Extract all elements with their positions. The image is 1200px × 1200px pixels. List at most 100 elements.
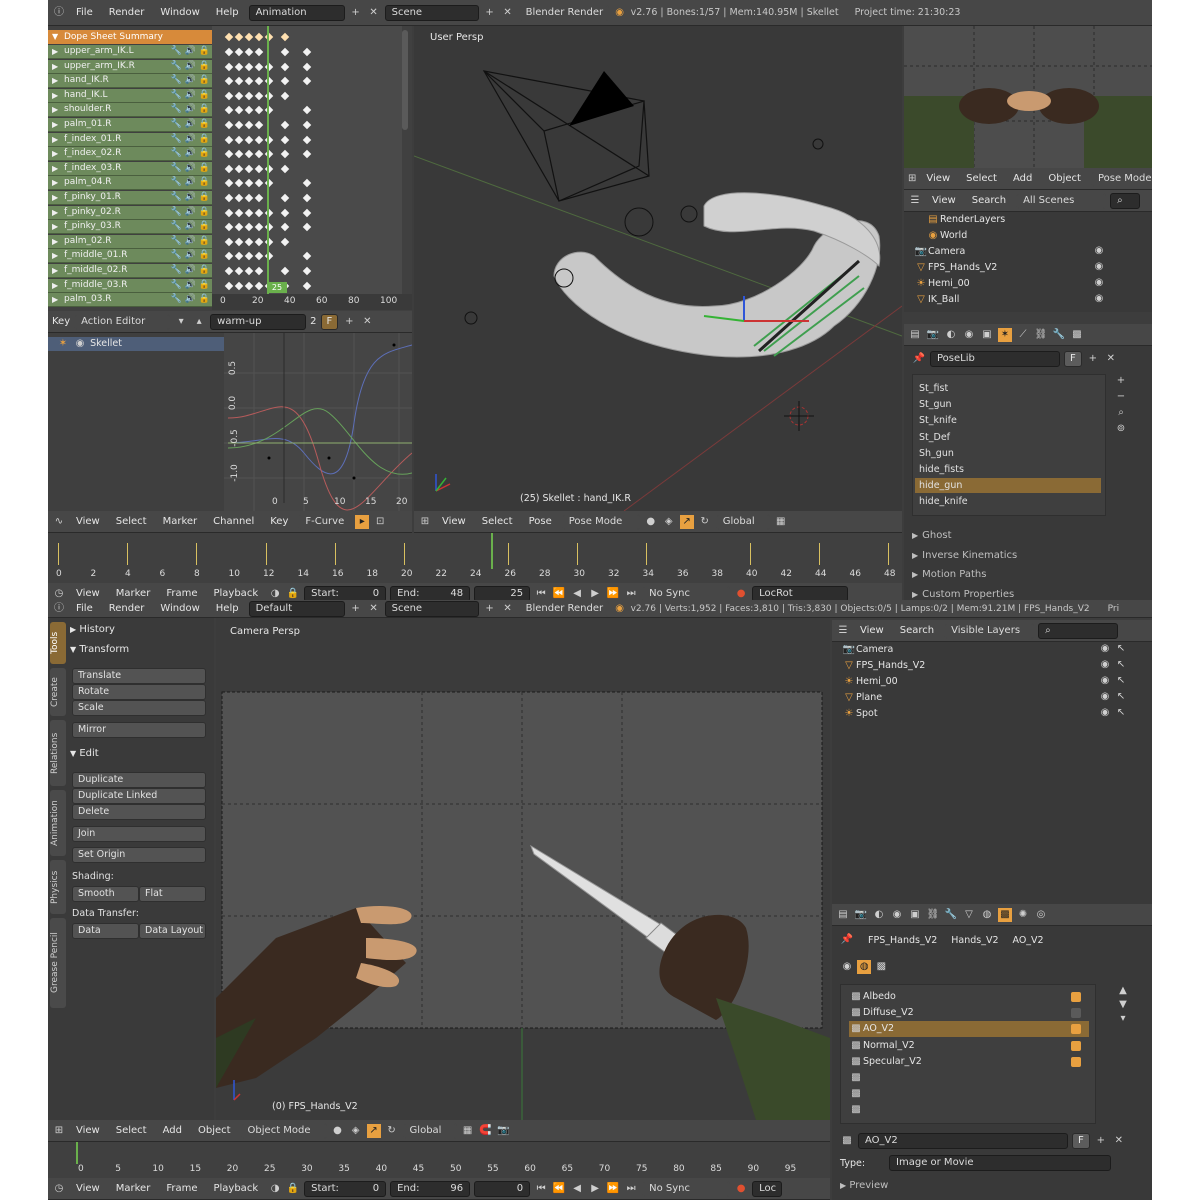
bottom-timeline-cursor[interactable] <box>76 1142 78 1164</box>
tool-tab[interactable]: Grease Pencil <box>50 918 66 1008</box>
data-layout-button[interactable]: Data Layout <box>139 923 206 939</box>
timeline-icon[interactable]: ◷ <box>52 587 66 601</box>
texture-slot[interactable]: ▩ Specular_V2 <box>849 1054 1089 1070</box>
outliner-row[interactable]: ▽ Plane ◉ ↖ <box>842 690 1142 706</box>
expand-arrow-icon[interactable]: ▶ <box>52 147 58 160</box>
modifier-tab-icon[interactable]: 🔧 <box>1052 328 1066 342</box>
tr-menu-view[interactable]: View <box>920 173 956 184</box>
constraint-tab-icon[interactable]: ⛓ <box>1034 328 1048 342</box>
b-prev-key-icon[interactable]: ⏪ <box>552 1182 566 1196</box>
b-tl-sync[interactable]: No Sync <box>642 1180 731 1197</box>
b-vp-orientation[interactable]: Global <box>402 1122 457 1139</box>
world-texture-icon[interactable]: ◉ <box>840 960 854 974</box>
b-timeline-icon[interactable]: ◷ <box>52 1182 66 1196</box>
b-pin-icon[interactable]: 📌 <box>840 933 854 947</box>
record-icon[interactable]: ● <box>734 587 748 601</box>
top-ol-search-input[interactable]: ⌕ <box>1110 192 1141 209</box>
b-vp-menu-object[interactable]: Object <box>192 1125 237 1136</box>
b-render-tab-icon[interactable]: 📷 <box>854 908 868 922</box>
menu-render[interactable]: Render <box>103 7 151 18</box>
context-texture[interactable]: AO_V2 <box>1013 935 1044 946</box>
tool-tab[interactable]: Animation <box>50 790 66 856</box>
b-scene-selector[interactable]: Scene <box>384 600 479 617</box>
key-menu[interactable]: Key <box>52 316 70 327</box>
pivot-point-icon[interactable]: ◈ <box>662 515 676 529</box>
smooth-button[interactable]: Smooth <box>72 886 139 902</box>
lock-icon[interactable]: 🔒 <box>286 587 300 601</box>
b-pivot-icon[interactable]: ◈ <box>349 1124 363 1138</box>
channel-row[interactable]: ▶ f_index_01.R 🔧 🔊 🔒 <box>48 132 212 147</box>
top-ol-menu-search[interactable]: Search <box>966 195 1012 206</box>
channel-row[interactable]: ▶ hand_IK.R 🔧 🔊 🔒 <box>48 74 212 89</box>
pivot-icon[interactable]: ⊡ <box>373 515 387 529</box>
selectable-arrow-icon[interactable]: ↖ <box>1114 674 1128 688</box>
texture-enabled-checkbox[interactable] <box>1071 992 1081 1002</box>
expand-arrow-icon[interactable]: ▶ <box>52 133 58 146</box>
b-tl-start-field[interactable]: Start: 0 <box>304 1180 387 1197</box>
join-button[interactable]: Join <box>72 826 206 842</box>
b-tl-menu-marker[interactable]: Marker <box>110 1183 157 1194</box>
b-tl-menu-frame[interactable]: Frame <box>160 1183 203 1194</box>
tool-tab[interactable]: Physics <box>50 860 66 914</box>
b-scene-tab-icon[interactable]: ◐ <box>872 908 886 922</box>
channel-toggle-icons[interactable]: 🔧 🔊 🔒 <box>171 147 210 160</box>
b-vp-menu-select[interactable]: Select <box>110 1125 153 1136</box>
scene-selector[interactable]: Scene <box>384 4 479 21</box>
empty-texture-slot[interactable]: ▩ <box>849 1070 1089 1086</box>
channel-row[interactable]: ▶ upper_arm_IK.L 🔧 🔊 🔒 <box>48 45 212 59</box>
b-tl-menu-playback[interactable]: Playback <box>207 1183 264 1194</box>
tr-menu-select[interactable]: Select <box>960 173 1003 184</box>
render-engine-selector[interactable]: Blender Render <box>518 4 609 21</box>
channel-row[interactable]: ▶ palm_01.R 🔧 🔊 🔒 <box>48 118 212 132</box>
expand-arrow-icon[interactable]: ▶ <box>52 206 58 219</box>
texture-slot[interactable]: ▩ Normal_V2 <box>849 1038 1089 1054</box>
channel-toggle-icons[interactable]: 🔧 🔊 🔒 <box>171 103 210 116</box>
b-jump-end-icon[interactable]: ⏭ <box>624 1182 638 1196</box>
bottom-3d-viewport[interactable]: Camera Persp (0) FPS_Hands_V2 <box>216 618 830 1120</box>
channel-row[interactable]: ▶ f_pinky_01.R 🔧 🔊 🔒 <box>48 191 212 205</box>
texture-type-selector[interactable]: Image or Movie <box>889 1155 1112 1171</box>
close-layout-icon[interactable]: ✕ <box>367 6 381 20</box>
add-action-icon[interactable]: + <box>342 315 356 329</box>
b-data-tab-icon[interactable]: ▽ <box>962 908 976 922</box>
channel-toggle-icons[interactable]: 🔧 🔊 🔒 <box>171 220 210 233</box>
tr-mode-selector[interactable]: Pose Mode <box>1090 170 1152 187</box>
graph-editor-icon[interactable]: ∿ <box>52 515 66 529</box>
b-render-icon[interactable]: 📷 <box>497 1124 511 1138</box>
texture-enabled-checkbox[interactable] <box>1071 1056 1081 1067</box>
info-editor-icon[interactable]: ⓘ <box>52 6 66 20</box>
b-close-layout-icon[interactable]: ✕ <box>367 602 381 616</box>
add-scene-icon[interactable]: + <box>483 6 497 20</box>
add-pose-icon[interactable]: + <box>1114 374 1128 388</box>
b-tl-menu-view[interactable]: View <box>70 1183 106 1194</box>
expand-arrow-icon[interactable]: ▶ <box>52 103 58 116</box>
bone-section-header[interactable]: ▶ Inverse Kinematics <box>912 550 1136 561</box>
bone-section-header[interactable]: ▶ Ghost <box>912 530 1136 541</box>
play-reverse-icon[interactable]: ◀ <box>570 587 584 601</box>
transform-section[interactable]: ▼ Transform <box>70 644 210 660</box>
scale-button[interactable]: Scale <box>72 700 206 716</box>
texture-browse-icon[interactable]: ▩ <box>840 1134 854 1148</box>
expand-arrow-icon[interactable]: ▶ <box>52 89 58 102</box>
menu-help[interactable]: Help <box>210 7 245 18</box>
sanitize-pose-icon[interactable]: ⊚ <box>1114 422 1128 436</box>
move-down-icon[interactable]: ▼ <box>1116 998 1130 1012</box>
channel-row[interactable]: ▶ palm_04.R 🔧 🔊 🔒 <box>48 176 212 191</box>
top-ol-filter[interactable]: All Scenes <box>1016 192 1107 209</box>
view3d-icon[interactable]: ⊞ <box>418 515 432 529</box>
bone-section-header[interactable]: ▶ Custom Properties <box>912 589 1136 600</box>
properties-icon[interactable]: ▤ <box>908 328 922 342</box>
dope-summary-row[interactable]: ▼ Dope Sheet Summary <box>48 30 212 44</box>
b-preview-range-icon[interactable]: ◑ <box>268 1182 282 1196</box>
b-render-engine[interactable]: Blender Render <box>518 600 609 617</box>
texture-name-field[interactable]: AO_V2 <box>858 1133 1068 1149</box>
b-vp-menu-view[interactable]: View <box>70 1125 106 1136</box>
b-constraint-tab-icon[interactable]: ⛓ <box>926 908 940 922</box>
top-ol-menu-view[interactable]: View <box>926 195 962 206</box>
expand-arrow-icon[interactable]: ▶ <box>52 220 58 233</box>
b-vp-mode-selector[interactable]: Object Mode <box>240 1122 327 1139</box>
b-manipulator-icon[interactable]: ↗ <box>366 1123 381 1138</box>
channel-row[interactable]: ▶ f_pinky_02.R 🔧 🔊 🔒 <box>48 205 212 220</box>
layout-selector[interactable]: Animation <box>248 4 345 21</box>
bone-tab-icon[interactable]: ⟋ <box>1016 328 1030 342</box>
